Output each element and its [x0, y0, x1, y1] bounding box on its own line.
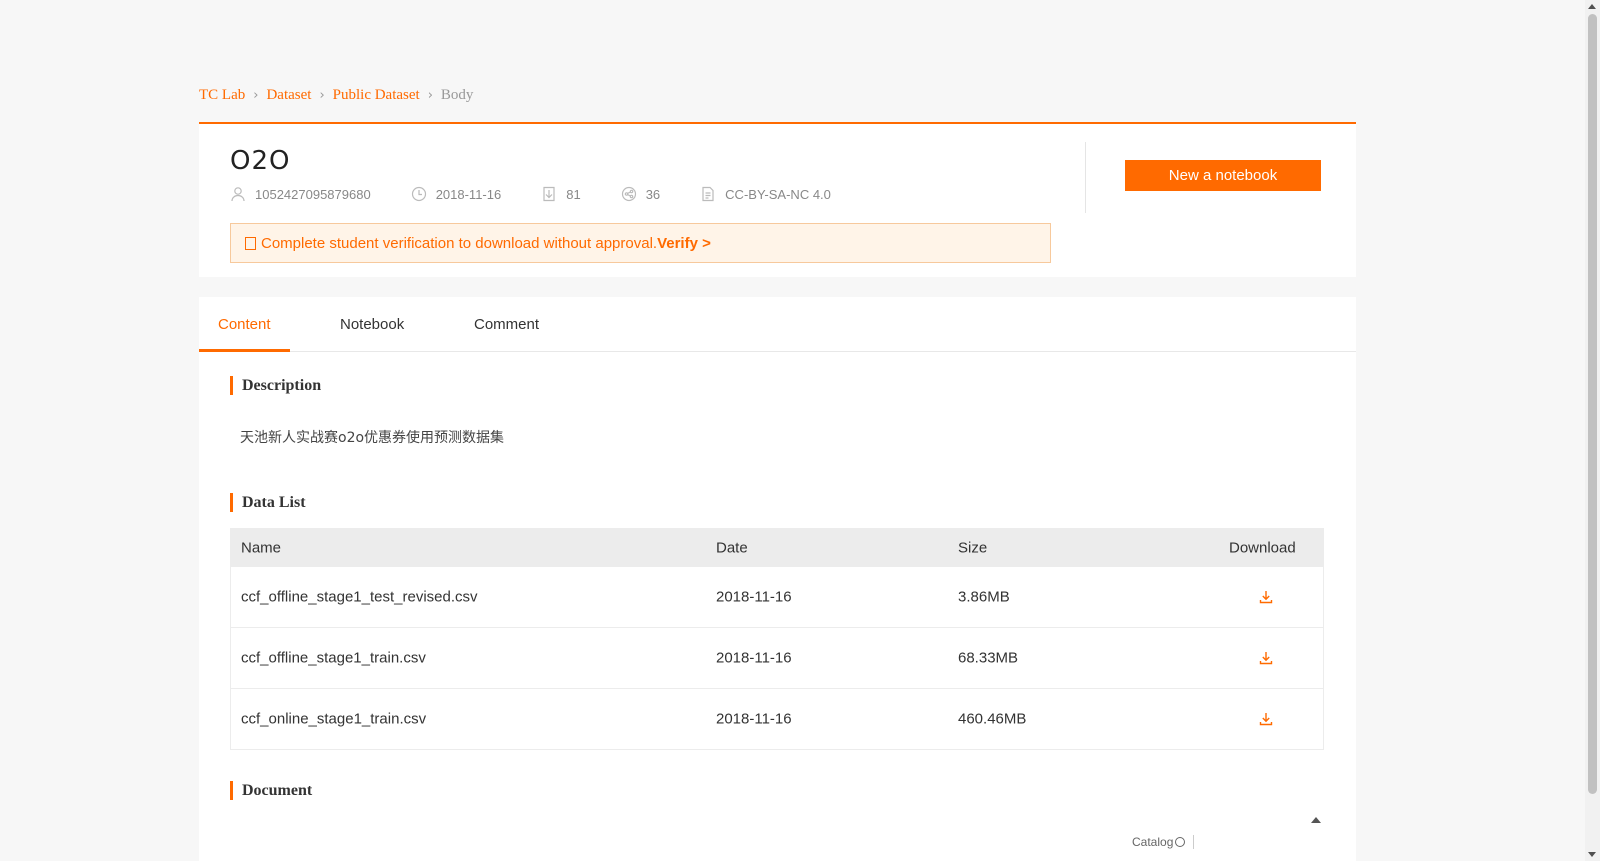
header-divider [1085, 142, 1086, 213]
tab-bar: Content Notebook Comment [199, 297, 1356, 352]
meta-date: 2018-11-16 [411, 186, 502, 202]
meta-shares-value: 36 [645, 186, 661, 202]
column-header-name: Name [241, 539, 282, 556]
column-header-download: Download [1229, 539, 1296, 556]
file-name: ccf_offline_stage1_test_revised.csv [241, 588, 478, 606]
meta-date-value: 2018-11-16 [435, 186, 502, 202]
breadcrumb-current: Body [440, 87, 474, 103]
meta-shares: 36 [621, 186, 660, 202]
download-icon[interactable] [1259, 712, 1273, 726]
breadcrumb-dataset[interactable]: Dataset [266, 87, 311, 104]
meta-downloads-value: 81 [566, 186, 581, 202]
file-name: ccf_online_stage1_train.csv [241, 710, 427, 728]
verify-link[interactable]: Verify > [657, 235, 711, 252]
dataset-header: O2O 1052427095879680 2018-11-16 81 36 CC… [199, 122, 1356, 277]
breadcrumb-tc-lab[interactable]: TC Lab [199, 87, 245, 104]
content-panel: Content Notebook Comment Description 天池新… [199, 297, 1356, 861]
catalog-circle-icon [1175, 837, 1186, 847]
active-tab-indicator [199, 349, 290, 352]
breadcrumb-separator-icon: › [319, 88, 325, 103]
column-header-size: Size [958, 539, 988, 556]
file-size: 68.33MB [958, 649, 1019, 667]
dataset-meta: 1052427095879680 2018-11-16 81 36 CC-BY-… [230, 186, 871, 202]
file-date: 2018-11-16 [716, 710, 792, 728]
file-name: ccf_offline_stage1_train.csv [241, 649, 426, 667]
download-icon[interactable] [1259, 590, 1273, 604]
breadcrumb-public-dataset[interactable]: Public Dataset [333, 87, 420, 104]
user-icon [230, 186, 246, 202]
page-scrollbar[interactable] [1585, 0, 1600, 861]
table-header: Name Date Size Download [231, 529, 1323, 566]
scroll-up-arrow-icon[interactable] [1588, 4, 1596, 9]
breadcrumb: TC Lab › Dataset › Public Dataset › Body [199, 87, 473, 104]
meta-license-value: CC-BY-SA-NC 4.0 [725, 186, 831, 202]
description-heading: Description [230, 376, 321, 395]
document-icon [700, 186, 716, 202]
meta-user: 1052427095879680 [230, 186, 371, 202]
data-list-table: Name Date Size Download ccf_offline_stag… [230, 528, 1324, 750]
table-row: ccf_online_stage1_train.csv 2018-11-16 4… [231, 688, 1323, 749]
table-row: ccf_offline_stage1_train.csv 2018-11-16 … [231, 627, 1323, 688]
download-count-icon [541, 186, 557, 202]
breadcrumb-separator-icon: › [427, 88, 433, 103]
tab-content[interactable]: Content [218, 316, 271, 333]
description-text: 天池新人实战赛o2o优惠券使用预测数据集 [240, 430, 505, 446]
breadcrumb-separator-icon: › [253, 88, 259, 103]
document-heading: Document [230, 781, 312, 800]
clock-icon [411, 186, 427, 202]
page-title: O2O [230, 146, 291, 176]
catalog-toggle[interactable]: Catalog [1132, 835, 1195, 849]
notice-glyph-icon [245, 236, 256, 250]
notice-text: Complete student verification to downloa… [261, 234, 658, 252]
meta-user-id: 1052427095879680 [255, 186, 371, 202]
catalog-label: Catalog [1132, 835, 1174, 849]
table-row: ccf_offline_stage1_test_revised.csv 2018… [231, 566, 1323, 627]
file-date: 2018-11-16 [716, 588, 792, 606]
tab-notebook[interactable]: Notebook [340, 316, 404, 333]
catalog-divider [1193, 835, 1195, 849]
back-to-top-icon[interactable] [1311, 817, 1321, 823]
file-size: 3.86MB [958, 588, 1010, 606]
column-header-date: Date [716, 539, 748, 556]
new-notebook-button[interactable]: New a notebook [1125, 160, 1321, 191]
share-icon [621, 186, 637, 202]
verification-notice: Complete student verification to downloa… [230, 223, 1051, 263]
scroll-down-arrow-icon[interactable] [1588, 852, 1596, 857]
tab-comment[interactable]: Comment [474, 316, 539, 333]
file-size: 460.46MB [958, 710, 1027, 728]
data-list-heading: Data List [230, 493, 306, 512]
meta-license: CC-BY-SA-NC 4.0 [700, 186, 831, 202]
meta-downloads: 81 [541, 186, 581, 202]
file-date: 2018-11-16 [716, 649, 792, 667]
scrollbar-thumb[interactable] [1588, 14, 1597, 794]
download-icon[interactable] [1259, 651, 1273, 665]
